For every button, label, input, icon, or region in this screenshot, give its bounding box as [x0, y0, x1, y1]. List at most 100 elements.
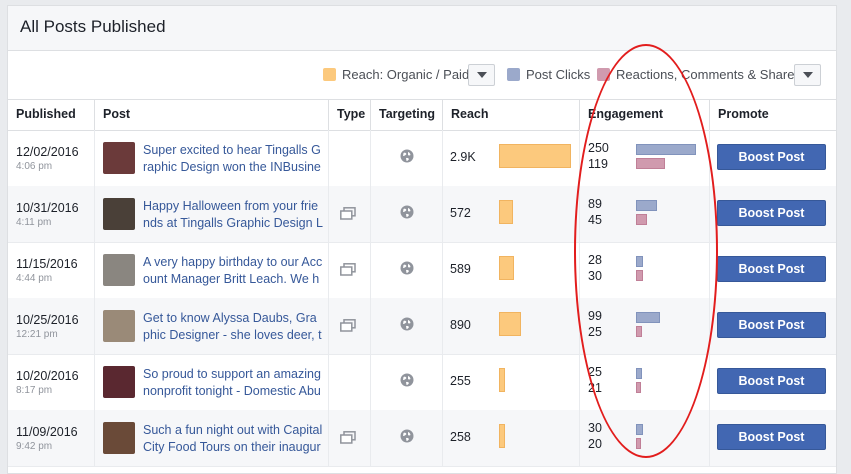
boost-post-button[interactable]: Boost Post	[717, 424, 826, 450]
post-clicks-value: 89	[588, 197, 602, 211]
all-posts-panel: All Posts Published Reach: Organic / Pai…	[7, 5, 837, 474]
multi-photo-icon	[340, 431, 356, 444]
type-cell	[329, 130, 371, 186]
reach-value: 2.9K	[450, 150, 476, 164]
column-header-type: Type	[329, 100, 371, 130]
table-row: 10/20/2016 8:17 pm So proud to support an …	[8, 354, 836, 411]
post-date: 11/15/2016	[16, 257, 78, 271]
post-clicks-bar	[636, 424, 643, 435]
post-date: 10/31/2016	[16, 201, 79, 215]
reach-value: 255	[450, 374, 471, 388]
table-row: 10/31/2016 4:11 pm Happy Halloween from yo…	[8, 186, 836, 243]
post-link[interactable]: Such a fun night out with Capital City F…	[143, 422, 323, 456]
reactions-bar	[636, 326, 642, 337]
column-header-post: Post	[95, 100, 329, 130]
post-clicks-bar	[636, 312, 660, 323]
globe-icon	[400, 317, 414, 331]
post-date: 10/25/2016	[16, 313, 79, 327]
post-time: 8:17 pm	[16, 385, 53, 396]
reach-bar	[499, 256, 514, 280]
post-time: 4:44 pm	[16, 273, 53, 284]
globe-icon	[400, 205, 414, 219]
reach-value: 258	[450, 430, 471, 444]
post-clicks-bar	[636, 256, 643, 267]
post-time: 4:11 pm	[16, 217, 52, 228]
post-clicks-value: 30	[588, 421, 602, 435]
table-row: 11/15/2016 4:44 pm A very happy birthday t…	[8, 242, 836, 299]
column-header-engagement[interactable]: Engagement	[580, 100, 710, 130]
globe-icon	[400, 429, 414, 443]
post-clicks-bar	[636, 144, 696, 155]
column-header-reach[interactable]: Reach	[443, 100, 580, 130]
boost-post-button[interactable]: Boost Post	[717, 312, 826, 338]
post-thumbnail[interactable]	[103, 422, 135, 454]
reach-bar	[499, 144, 571, 168]
reactions-bar	[636, 382, 641, 393]
post-clicks-value: 28	[588, 253, 602, 267]
reactions-value: 21	[588, 381, 602, 395]
post-date: 12/02/2016	[16, 145, 79, 159]
table-row: 10/25/2016 12:21 pm Get to know Alyssa Dau…	[8, 298, 836, 355]
legend-label-clicks: Post Clicks	[526, 67, 591, 82]
post-thumbnail[interactable]	[103, 366, 135, 398]
post-link[interactable]: Happy Halloween from your friends at Tin…	[143, 198, 323, 232]
table-row: 11/09/2016 9:42 pm Such a fun night out wi…	[8, 410, 836, 467]
post-thumbnail[interactable]	[103, 198, 135, 230]
column-header-published[interactable]: Published	[8, 100, 95, 130]
post-clicks-value: 250	[588, 141, 609, 155]
boost-post-button[interactable]: Boost Post	[717, 256, 826, 282]
reach-value: 572	[450, 206, 471, 220]
reach-value: 589	[450, 262, 471, 276]
post-thumbnail[interactable]	[103, 254, 135, 286]
reach-bar	[499, 368, 505, 392]
boost-post-button[interactable]: Boost Post	[717, 144, 826, 170]
reactions-bar	[636, 158, 665, 169]
legend-label-reactions: Reactions, Comments & Shares	[616, 67, 801, 82]
reactions-bar	[636, 214, 647, 225]
caret-down-icon	[803, 72, 813, 78]
post-time: 12:21 pm	[16, 329, 58, 340]
boost-post-button[interactable]: Boost Post	[717, 368, 826, 394]
reactions-value: 45	[588, 213, 602, 227]
globe-icon	[400, 373, 414, 387]
legend-swatch-reactions	[597, 68, 610, 81]
column-header-targeting: Targeting	[371, 100, 443, 130]
engagement-dropdown-button[interactable]	[794, 64, 821, 86]
panel-title: All Posts Published	[20, 17, 166, 36]
reach-bar	[499, 424, 505, 448]
reactions-bar	[636, 438, 641, 449]
post-clicks-value: 25	[588, 365, 602, 379]
boost-post-button[interactable]: Boost Post	[717, 200, 826, 226]
post-link[interactable]: Super excited to hear Tingalls Graphic D…	[143, 142, 323, 176]
legend-swatch-clicks	[507, 68, 520, 81]
legend-bar: Reach: Organic / Paid Post Clicks Reacti…	[8, 51, 836, 99]
post-link[interactable]: So proud to support an amazing nonprofit…	[143, 366, 323, 400]
post-date: 11/09/2016	[16, 425, 78, 439]
column-header-promote: Promote	[718, 107, 769, 121]
post-time: 4:06 pm	[16, 161, 53, 172]
legend-swatch-reach	[323, 68, 336, 81]
globe-icon	[400, 261, 414, 275]
table-header: Published Post Type Targeting Reach Enga…	[8, 99, 836, 131]
post-clicks-bar	[636, 368, 642, 379]
multi-photo-icon	[340, 319, 356, 332]
post-thumbnail[interactable]	[103, 142, 135, 174]
post-thumbnail[interactable]	[103, 310, 135, 342]
multi-photo-icon	[340, 207, 356, 220]
post-link[interactable]: Get to know Alyssa Daubs, Graphic Design…	[143, 310, 323, 344]
reactions-value: 119	[588, 157, 608, 171]
reach-dropdown-button[interactable]	[468, 64, 495, 86]
post-link[interactable]: A very happy birthday to our Account Man…	[143, 254, 323, 288]
reach-bar	[499, 200, 513, 224]
reactions-value: 20	[588, 437, 602, 451]
panel-header: All Posts Published	[8, 6, 836, 51]
caret-down-icon	[477, 72, 487, 78]
post-date: 10/20/2016	[16, 369, 79, 383]
reach-bar	[499, 312, 521, 336]
post-clicks-bar	[636, 200, 657, 211]
type-cell	[329, 354, 371, 410]
multi-photo-icon	[340, 263, 356, 276]
legend-label-reach: Reach: Organic / Paid	[342, 67, 470, 82]
reactions-value: 30	[588, 269, 602, 283]
reactions-value: 25	[588, 325, 602, 339]
